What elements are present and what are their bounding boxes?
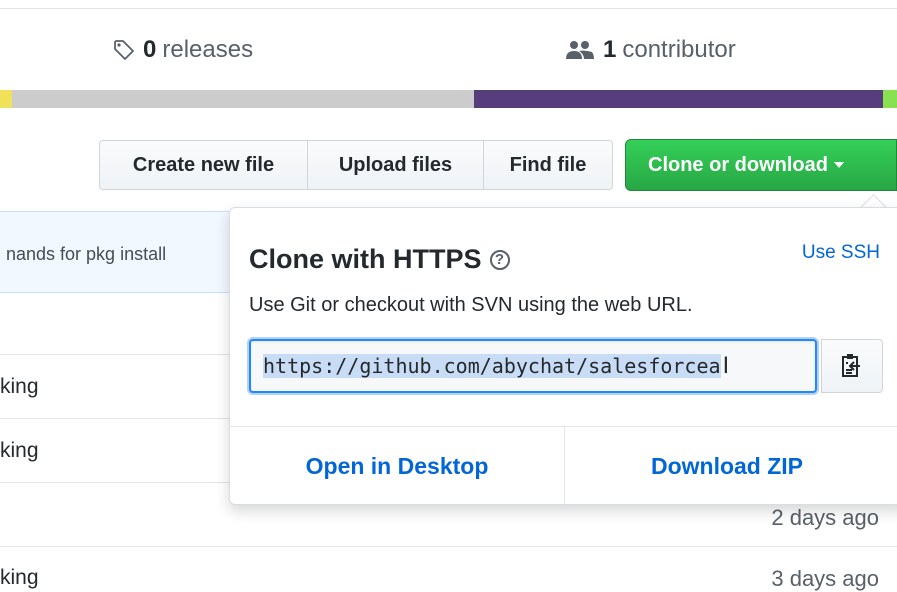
language-segment [12, 90, 474, 108]
clone-url-value: https://github.com/abychat/salesforcea [263, 354, 721, 378]
use-ssh-link[interactable]: Use SSH [802, 242, 880, 264]
file-row-message[interactable]: king [0, 375, 39, 399]
clone-url-input[interactable]: https://github.com/abychat/salesforcea I [249, 339, 817, 393]
text-cursor-icon: I [722, 353, 730, 379]
commit-message[interactable]: nands for pkg install [6, 244, 166, 265]
download-zip-button[interactable]: Download ZIP [565, 427, 889, 505]
clone-dropdown-panel: Clone with HTTPS ? Use SSH Use Git or ch… [229, 207, 897, 505]
row-divider [0, 418, 240, 419]
create-new-file-button[interactable]: Create new file [99, 140, 308, 190]
tag-icon [114, 40, 134, 60]
find-file-button[interactable]: Find file [484, 140, 613, 190]
caret-down-icon [834, 162, 844, 168]
file-nav-button-group: Create new file Upload files Find file [99, 140, 613, 190]
language-segment [883, 90, 897, 108]
contributors-link[interactable]: 1 contributor [565, 36, 736, 64]
file-row-age: 3 days ago [771, 566, 879, 591]
language-segment [474, 90, 883, 108]
language-bar[interactable] [0, 90, 897, 108]
contributors-count: 1 [603, 36, 617, 63]
releases-link[interactable]: 0 releases [113, 36, 253, 64]
releases-label: releases [162, 36, 254, 63]
releases-count: 0 [143, 36, 157, 63]
people-icon [566, 41, 594, 59]
file-row-message[interactable]: king [0, 566, 39, 590]
clone-description: Use Git or checkout with SVN using the w… [249, 294, 693, 316]
row-divider [0, 482, 240, 483]
file-row-message[interactable]: king [0, 439, 39, 463]
repo-summary: 0 releases 1 contributor [0, 0, 897, 90]
copy-url-button[interactable] [821, 339, 883, 393]
contributors-label: contributor [622, 36, 736, 63]
row-divider [0, 546, 897, 547]
row-divider [0, 354, 240, 355]
clone-or-download-label: Clone or download [648, 153, 828, 176]
latest-commit-banner: nands for pkg install [0, 211, 240, 293]
clone-title-text: Clone with HTTPS [249, 244, 482, 274]
question-circle-icon[interactable]: ? [489, 249, 510, 270]
upload-files-button[interactable]: Upload files [308, 140, 484, 190]
clone-panel-title: Clone with HTTPS ? [249, 244, 510, 275]
clipboard-icon [842, 354, 860, 377]
clone-or-download-button[interactable]: Clone or download [625, 139, 897, 191]
summary-divider [0, 8, 897, 9]
language-segment [0, 90, 12, 108]
file-row-age: 2 days ago [771, 505, 879, 530]
open-in-desktop-button[interactable]: Open in Desktop [230, 427, 564, 505]
